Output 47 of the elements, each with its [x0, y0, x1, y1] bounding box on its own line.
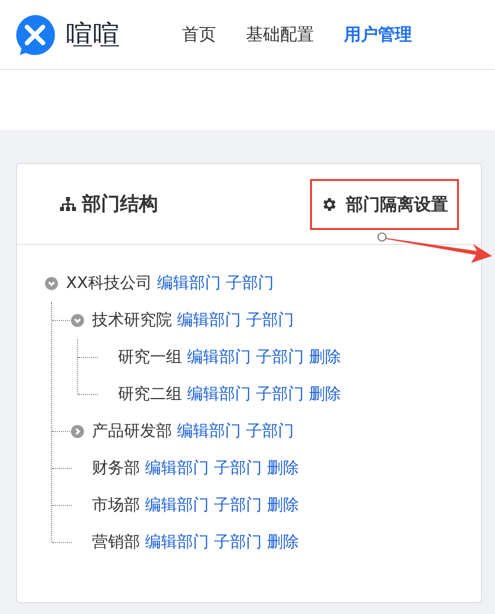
action-link[interactable]: 编辑部门: [145, 532, 209, 553]
settings-icon: [321, 196, 338, 212]
org-chart-icon: [60, 197, 76, 211]
action-link[interactable]: 子部门: [214, 532, 262, 553]
tree-branch-line: [78, 357, 98, 358]
nav-link[interactable]: 用户管理: [344, 23, 412, 46]
action-link[interactable]: 编辑部门: [156, 273, 221, 294]
department-name: 营销部: [92, 532, 140, 553]
action-link[interactable]: 编辑部门: [145, 458, 209, 479]
department-name: 产品研发部: [92, 421, 172, 442]
action-link[interactable]: 删除: [309, 347, 341, 368]
department-name: 技术研究院: [92, 310, 172, 331]
department-name: XX科技公司: [66, 273, 152, 294]
action-link[interactable]: 子部门: [246, 421, 294, 442]
isolation-settings-button[interactable]: 部门隔离设置: [310, 178, 459, 230]
collapse-toggle-icon[interactable]: [71, 314, 84, 327]
action-link[interactable]: 编辑部门: [187, 347, 251, 368]
collapse-toggle-icon[interactable]: [45, 277, 58, 290]
action-link[interactable]: 子部门: [214, 495, 262, 516]
logo-icon: [14, 14, 56, 56]
logo-text: 喧喧: [66, 18, 120, 52]
action-link[interactable]: 编辑部门: [177, 421, 241, 442]
department-name: 研究一组: [118, 347, 182, 368]
action-link[interactable]: 删除: [309, 384, 341, 405]
department-name: 研究二组: [118, 384, 182, 405]
expand-toggle-icon[interactable]: [71, 425, 84, 438]
action-link[interactable]: 删除: [267, 458, 299, 479]
action-link[interactable]: 子部门: [256, 347, 304, 368]
action-link[interactable]: 删除: [267, 495, 299, 516]
tree-branch-line: [52, 542, 72, 543]
action-link[interactable]: 子部门: [214, 458, 262, 479]
action-link[interactable]: 子部门: [246, 310, 294, 331]
department-name: 市场部: [92, 495, 140, 516]
tree-branch-line: [52, 468, 72, 469]
action-link[interactable]: 编辑部门: [145, 495, 209, 516]
action-link[interactable]: 删除: [267, 532, 299, 553]
action-link[interactable]: 子部门: [226, 273, 274, 294]
nav-link[interactable]: 首页: [182, 23, 216, 46]
tree-branch-line: [52, 505, 72, 506]
tree-branch-line: [78, 394, 98, 395]
panel-title: 部门结构: [82, 192, 158, 217]
nav-link[interactable]: 基础配置: [246, 23, 314, 46]
action-link[interactable]: 子部门: [256, 384, 304, 405]
department-name: 财务部: [92, 458, 140, 479]
tree-guide-line: [77, 339, 78, 394]
action-link[interactable]: 编辑部门: [177, 310, 241, 331]
action-link[interactable]: 编辑部门: [187, 384, 251, 405]
